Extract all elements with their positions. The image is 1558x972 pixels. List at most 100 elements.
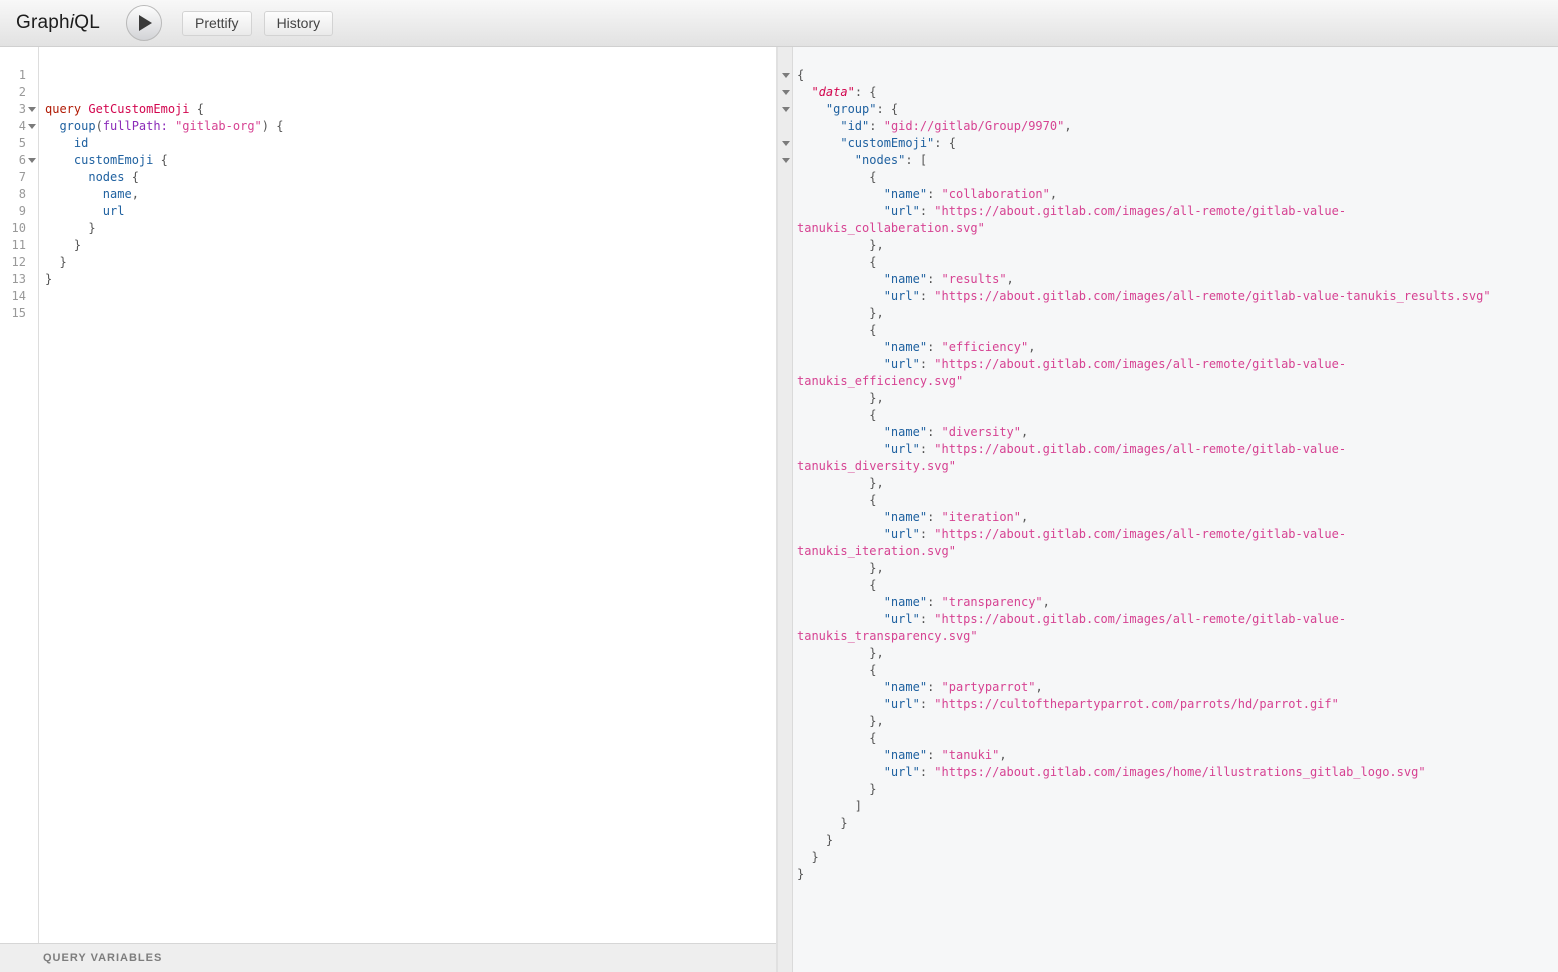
fold-gutter-cell	[778, 152, 793, 169]
code-text: "name": "efficiency",	[793, 339, 1035, 356]
fold-gutter-cell	[778, 101, 793, 118]
code-text: tanukis_iteration.svg"	[793, 543, 956, 560]
fold-gutter-cell	[778, 169, 793, 186]
fold-gutter-cell	[778, 356, 793, 373]
code-line: "name": "diversity",	[778, 424, 1558, 441]
fold-gutter-cell	[778, 220, 793, 237]
fold-gutter-cell	[26, 67, 38, 84]
fold-gutter-cell	[778, 424, 793, 441]
code-line: "nodes": [	[778, 152, 1558, 169]
code-line: },	[778, 560, 1558, 577]
code-line: "name": "efficiency",	[778, 339, 1558, 356]
fold-gutter-cell	[778, 577, 793, 594]
code-line: 7 nodes {	[0, 169, 776, 186]
code-text: "group": {	[793, 101, 898, 118]
code-line: },	[778, 645, 1558, 662]
code-text: }	[793, 866, 804, 883]
fold-gutter-cell	[778, 441, 793, 458]
code-text: name,	[38, 186, 139, 203]
code-text: }	[38, 271, 52, 288]
fold-gutter-cell	[778, 339, 793, 356]
fold-arrow-icon[interactable]	[28, 107, 36, 112]
fold-gutter-cell	[26, 169, 38, 186]
code-text: {	[793, 254, 876, 271]
code-line: "data": {	[778, 84, 1558, 101]
code-text: "url": "https://about.gitlab.com/images/…	[793, 356, 1346, 373]
code-line: {	[778, 67, 1558, 84]
code-text: id	[38, 135, 88, 152]
fold-gutter-cell	[26, 118, 38, 135]
code-line: 13}	[0, 271, 776, 288]
code-line: 9 url	[0, 203, 776, 220]
code-text: "name": "results",	[793, 271, 1014, 288]
code-line: }	[778, 866, 1558, 883]
code-text: },	[793, 305, 884, 322]
fold-arrow-icon[interactable]	[782, 107, 790, 112]
fold-gutter-cell	[778, 84, 793, 101]
fold-gutter-cell	[778, 764, 793, 781]
fold-arrow-icon[interactable]	[28, 124, 36, 129]
code-text: nodes {	[38, 169, 139, 186]
code-text: "url": "https://about.gitlab.com/images/…	[793, 441, 1346, 458]
code-text: "id": "gid://gitlab/Group/9970",	[793, 118, 1072, 135]
code-text: {	[793, 322, 876, 339]
code-text: group(fullPath: "gitlab-org") {	[38, 118, 283, 135]
code-line: tanukis_diversity.svg"	[778, 458, 1558, 475]
fold-arrow-icon[interactable]	[782, 158, 790, 163]
execute-button[interactable]	[126, 5, 162, 41]
code-line: ]	[778, 798, 1558, 815]
code-text: "name": "tanuki",	[793, 747, 1007, 764]
line-number: 5	[0, 135, 26, 152]
code-text: ]	[793, 798, 862, 815]
code-line: 12 }	[0, 254, 776, 271]
code-text: },	[793, 645, 884, 662]
fold-gutter-cell	[778, 594, 793, 611]
code-line: "url": "https://about.gitlab.com/images/…	[778, 288, 1558, 305]
fold-gutter-cell	[778, 611, 793, 628]
result-viewer[interactable]: { "data": { "group": { "id": "gid://gitl…	[778, 47, 1558, 972]
code-line: }	[778, 815, 1558, 832]
fold-arrow-icon[interactable]	[782, 73, 790, 78]
fold-gutter-cell	[778, 118, 793, 135]
code-text: query GetCustomEmoji {	[38, 101, 204, 118]
code-line: },	[778, 713, 1558, 730]
fold-arrow-icon[interactable]	[28, 158, 36, 163]
code-line: 6 customEmoji {	[0, 152, 776, 169]
fold-gutter-cell	[778, 322, 793, 339]
code-line: "name": "transparency",	[778, 594, 1558, 611]
code-text: }	[793, 832, 833, 849]
fold-gutter-cell	[26, 288, 38, 305]
code-text: "url": "https://about.gitlab.com/images/…	[793, 764, 1426, 781]
fold-gutter-cell	[778, 67, 793, 84]
code-line: },	[778, 475, 1558, 492]
code-text: tanukis_collaberation.svg"	[793, 220, 985, 237]
code-line: },	[778, 305, 1558, 322]
code-text: }	[38, 237, 81, 254]
query-editor[interactable]: 123query GetCustomEmoji {4 group(fullPat…	[0, 47, 776, 943]
code-line: "name": "partyparrot",	[778, 679, 1558, 696]
history-button[interactable]: History	[264, 11, 334, 36]
code-line: tanukis_transparency.svg"	[778, 628, 1558, 645]
code-text: {	[793, 67, 804, 84]
fold-arrow-icon[interactable]	[782, 141, 790, 146]
fold-gutter-cell	[778, 866, 793, 883]
code-line: 5 id	[0, 135, 776, 152]
code-text: {	[793, 169, 876, 186]
code-text: "customEmoji": {	[793, 135, 956, 152]
fold-gutter-cell	[778, 135, 793, 152]
fold-gutter-cell	[778, 815, 793, 832]
line-number: 4	[0, 118, 26, 135]
logo-text-graph: Graph	[16, 12, 70, 33]
line-number: 8	[0, 186, 26, 203]
query-variables-bar[interactable]: QUERY VARIABLES	[0, 943, 776, 972]
code-text: "url": "https://about.gitlab.com/images/…	[793, 611, 1346, 628]
code-text: },	[793, 713, 884, 730]
fold-arrow-icon[interactable]	[782, 90, 790, 95]
code-line: 15	[0, 305, 776, 322]
prettify-button[interactable]: Prettify	[182, 11, 252, 36]
code-line: "url": "https://about.gitlab.com/images/…	[778, 611, 1558, 628]
code-text: tanukis_efficiency.svg"	[793, 373, 963, 390]
code-line: "id": "gid://gitlab/Group/9970",	[778, 118, 1558, 135]
code-line: "customEmoji": {	[778, 135, 1558, 152]
line-number: 1	[0, 67, 26, 84]
